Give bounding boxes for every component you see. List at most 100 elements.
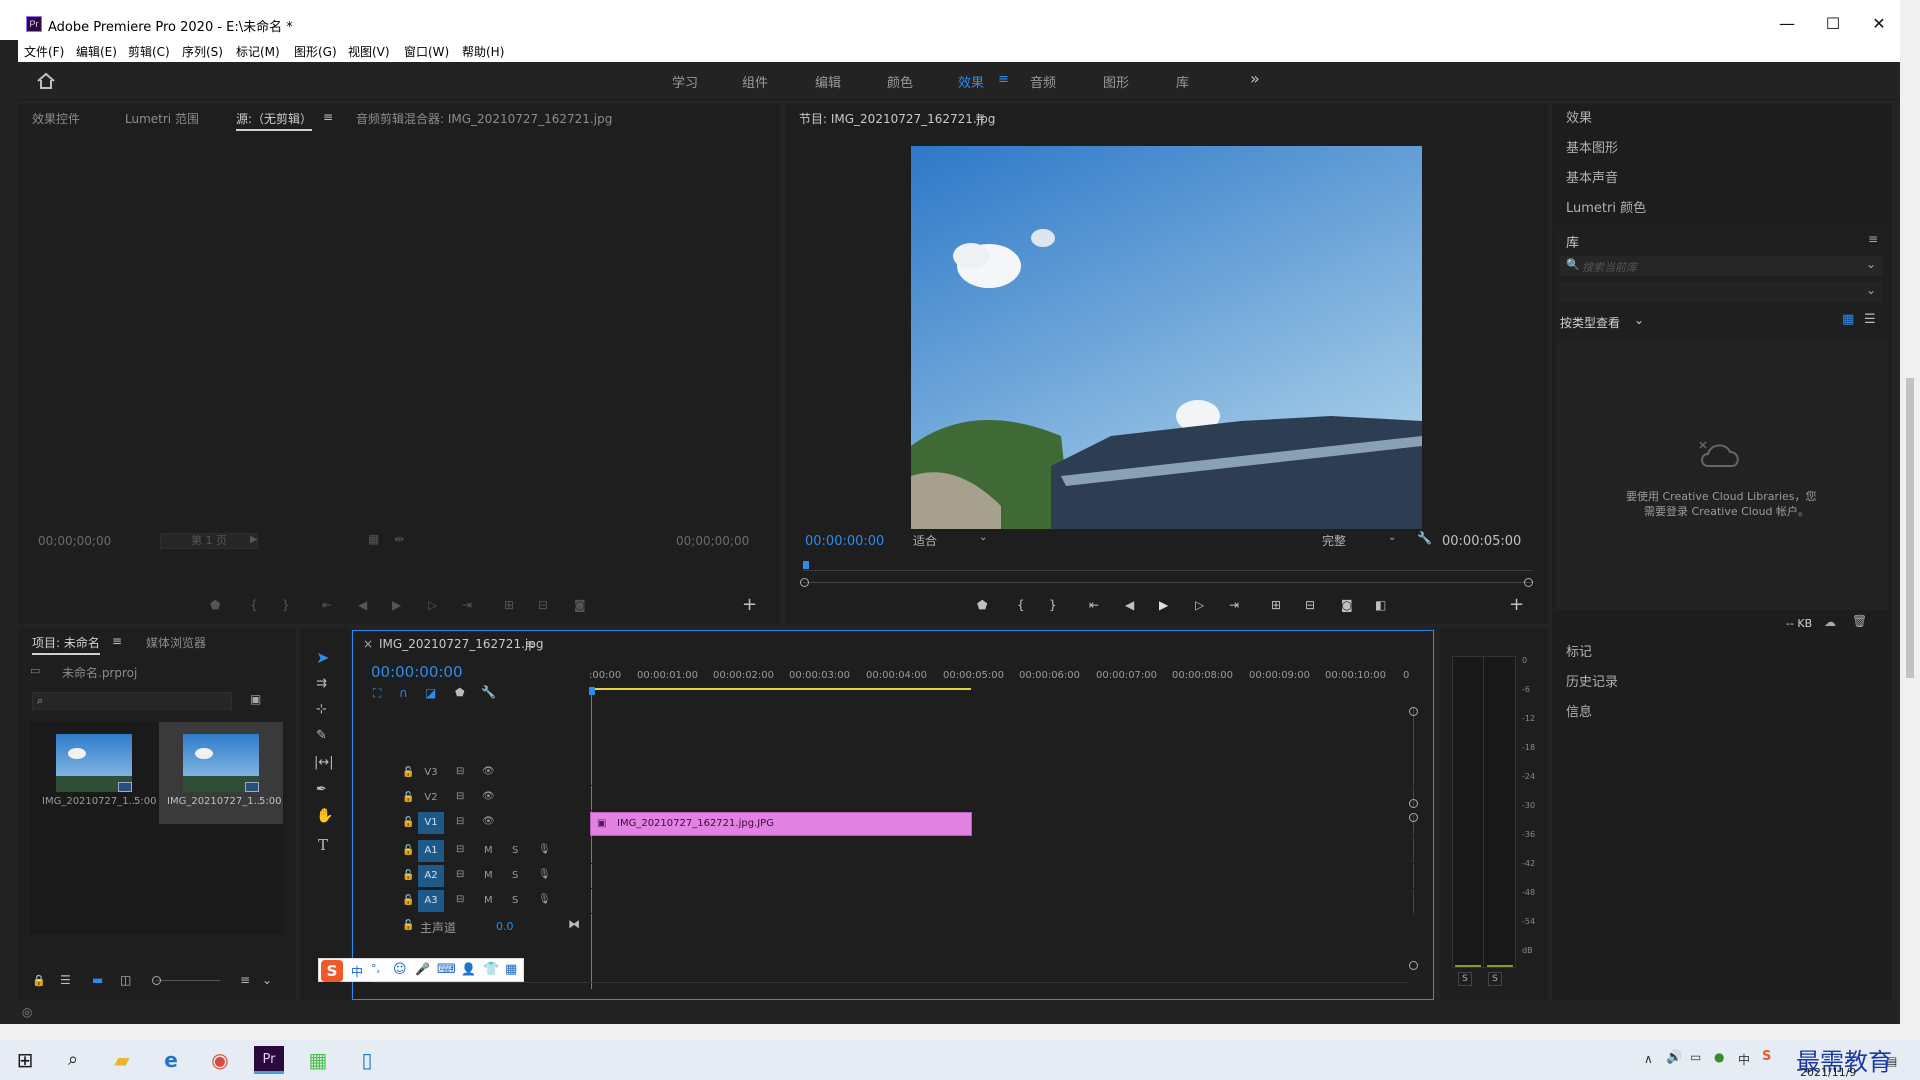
project-tab-menu-icon[interactable]: ≡	[112, 634, 122, 648]
timeline-settings-wrench-icon[interactable]: 🔧	[481, 685, 496, 699]
export-frame-icon[interactable]: ◙	[1341, 598, 1353, 612]
track-label-v2[interactable]: V2	[418, 787, 444, 809]
timeline-ruler[interactable]: :00:00 00:00:01:00 00:00:02:00 00:00:03:…	[589, 665, 1409, 693]
ime-lang-toggle[interactable]: 中	[351, 963, 363, 980]
program-timecode-current[interactable]: 00:00:00:00	[805, 534, 884, 549]
menu-edit[interactable]: 编辑(E)	[76, 43, 117, 60]
ime-punctuation[interactable]: °,	[371, 962, 380, 975]
tab-lumetri-scopes[interactable]: Lumetri 范围	[125, 110, 199, 127]
microphone-icon[interactable]: 🎙	[538, 869, 551, 880]
close-window-button[interactable]: ✕	[1856, 12, 1902, 36]
sync-lock-icon[interactable]: ⊟	[456, 869, 464, 880]
toolbox-icon[interactable]: ▦	[505, 962, 517, 977]
cloud-sync-icon[interactable]: ☁	[1824, 615, 1836, 629]
linked-selection-icon[interactable]: ◪	[425, 686, 436, 700]
tab-project[interactable]: 项目: 未命名	[32, 634, 100, 655]
library-view-by[interactable]: 按类型查看	[1560, 314, 1620, 331]
menu-clip[interactable]: 剪辑(C)	[128, 43, 170, 60]
panel-markers[interactable]: 标记	[1556, 638, 1888, 668]
program-quality-select[interactable]: 完整 ⌄	[1322, 532, 1402, 550]
lock-icon[interactable]: 🔓	[402, 895, 414, 906]
app-taskbar-icon[interactable]: ▦	[303, 1046, 333, 1074]
step-forward-icon[interactable]: ▷	[1195, 598, 1204, 612]
workspace-audio[interactable]: 音频	[1030, 72, 1056, 91]
tray-chevron-icon[interactable]: ∧	[1644, 1052, 1653, 1066]
library-dropdown[interactable]: ⌄	[1560, 282, 1882, 302]
windows-start-icon[interactable]: ⊞	[10, 1046, 40, 1074]
timeline-close-icon[interactable]: ×	[363, 637, 373, 651]
go-to-in-icon[interactable]: ⇤	[1089, 598, 1099, 612]
tablet-app-icon[interactable]: ▯	[352, 1046, 382, 1074]
slip-tool-icon[interactable]: |↔|	[314, 755, 334, 770]
network-icon[interactable]: ▭	[1690, 1050, 1701, 1064]
voice-input-icon[interactable]: 🎤	[415, 962, 430, 976]
workspace-learn[interactable]: 学习	[672, 72, 698, 91]
premiere-taskbar-icon[interactable]: Pr	[254, 1046, 284, 1074]
track-label-a2[interactable]: A2	[418, 865, 444, 887]
panel-effects[interactable]: 效果	[1556, 104, 1888, 134]
workspace-menu-icon[interactable]: ≡	[998, 72, 1009, 87]
libraries-menu-icon[interactable]: ≡	[1868, 232, 1878, 246]
solo-button[interactable]: S	[512, 895, 518, 906]
timeline-playhead-handle[interactable]	[589, 687, 595, 695]
program-add-button-icon[interactable]: +	[1509, 594, 1524, 615]
source-export-frame-icon[interactable]: ◙	[574, 598, 586, 612]
page-next-icon[interactable]: ▶	[250, 534, 258, 545]
source-insert-icon[interactable]: ⊞	[504, 598, 514, 612]
step-back-icon[interactable]: ◀	[1125, 598, 1134, 612]
ripple-edit-tool-icon[interactable]: ⊹	[316, 702, 327, 717]
chevron-down-icon[interactable]: ⌄	[1866, 257, 1876, 271]
sync-lock-icon[interactable]: ⊟	[456, 766, 464, 777]
lock-icon[interactable]: 🔓	[402, 920, 414, 931]
project-item-1[interactable]: IMG_20210727_1... 5:00	[32, 724, 156, 824]
scroll-handle[interactable]	[1409, 961, 1418, 970]
pen-tool-icon[interactable]: ✒	[316, 782, 327, 797]
lock-icon[interactable]: 🔓	[402, 845, 414, 856]
home-icon[interactable]	[36, 72, 56, 90]
grid-view-icon[interactable]: ▦	[1842, 312, 1854, 327]
eye-icon[interactable]: 👁	[482, 766, 495, 777]
mute-button[interactable]: M	[484, 870, 493, 881]
source-mark-in-icon[interactable]: {	[250, 598, 258, 612]
microphone-icon[interactable]: 🎙	[538, 894, 551, 905]
program-settings-wrench-icon[interactable]: 🔧	[1417, 531, 1432, 545]
timeline-tab-menu-icon[interactable]: ≡	[525, 637, 535, 651]
workspace-editing[interactable]: 编辑	[815, 72, 841, 91]
lift-icon[interactable]: ⊞	[1271, 598, 1281, 612]
go-to-out-icon[interactable]: ⇥	[1229, 598, 1239, 612]
new-bin-icon[interactable]: ▣	[250, 692, 261, 706]
sync-lock-icon[interactable]: ⊟	[456, 844, 464, 855]
horizontal-scrollbar[interactable]	[373, 982, 1409, 983]
timeline-clip[interactable]: ▣ IMG_20210727_162721.jpg.JPG	[590, 812, 972, 836]
menu-file[interactable]: 文件(F)	[24, 43, 64, 60]
microphone-icon[interactable]: 🎙	[538, 844, 551, 855]
master-volume-value[interactable]: 0.0	[496, 920, 514, 933]
sync-lock-icon[interactable]: ⊟	[456, 816, 464, 827]
hand-tool-icon[interactable]: ✋	[316, 808, 333, 824]
outer-scrollbar[interactable]	[1900, 0, 1920, 1040]
edge-browser-icon[interactable]: e	[156, 1046, 186, 1074]
status-icon[interactable]: ◎	[22, 1005, 32, 1019]
program-time-ruler[interactable]	[803, 570, 1533, 571]
tab-media-browser[interactable]: 媒体浏览器	[146, 634, 206, 651]
zoom-slider[interactable]	[156, 980, 220, 981]
file-explorer-icon[interactable]: ▰	[107, 1046, 137, 1074]
list-view-icon[interactable]: ☰	[1864, 312, 1876, 327]
source-add-marker-icon[interactable]: ⬟	[210, 598, 220, 612]
source-step-forward-icon[interactable]: ▷	[428, 598, 437, 612]
eye-icon[interactable]: 👁	[482, 791, 495, 802]
workspace-effects[interactable]: 效果	[958, 72, 984, 91]
panel-essential-sound[interactable]: 基本声音	[1556, 164, 1888, 194]
timeline-add-marker-icon[interactable]: ⬟	[455, 686, 465, 699]
razor-tool-icon[interactable]: ✎	[316, 728, 327, 743]
source-step-back-icon[interactable]: ◀	[358, 598, 367, 612]
tab-timeline-sequence[interactable]: IMG_20210727_162721.jpg	[379, 637, 543, 651]
track-label-a3[interactable]: A3	[418, 890, 444, 912]
sogou-logo-icon[interactable]: S	[321, 960, 343, 982]
menu-graphics[interactable]: 图形(G)	[294, 43, 337, 60]
zoom-handle-right[interactable]	[1524, 578, 1533, 587]
program-zoom-bar[interactable]	[803, 582, 1533, 583]
extract-icon[interactable]: ⊟	[1305, 598, 1315, 612]
zoom-handle-left[interactable]	[800, 578, 809, 587]
program-video-frame[interactable]	[911, 146, 1422, 529]
